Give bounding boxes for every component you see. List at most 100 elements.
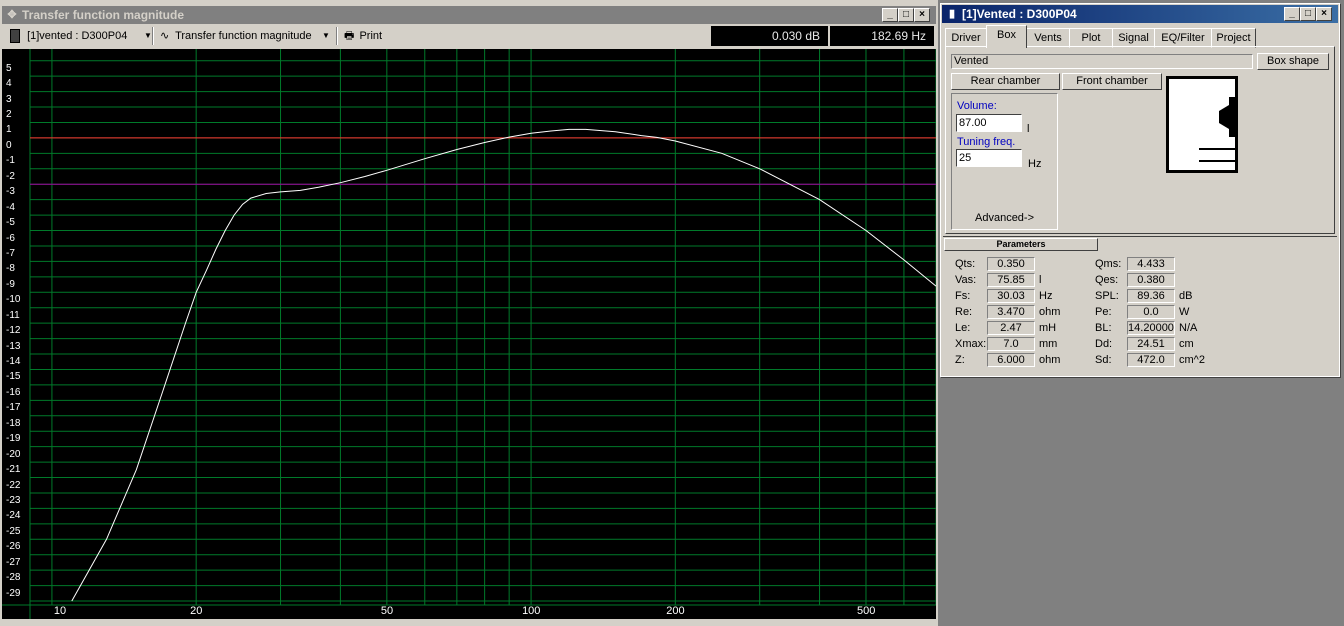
param-name: BL: (1095, 322, 1112, 334)
box-type-field: Vented (951, 54, 1253, 69)
y-tick-label: -10 (6, 294, 21, 306)
y-tick-label: -2 (6, 170, 15, 182)
tuning-label: Tuning freq. (957, 136, 1016, 148)
dropdown-arrow-icon: ▼ (322, 31, 330, 40)
tab-project[interactable]: Project (1211, 28, 1256, 48)
close-button[interactable]: × (1316, 7, 1332, 21)
chart-canvas (2, 49, 936, 619)
y-tick-label: -28 (6, 572, 21, 584)
left-title-bar[interactable]: ✥ Transfer function magnitude _ □ × (2, 6, 936, 24)
transfer-function-chart[interactable]: 5 4 3 2 1 0 -1 -2 -3 -4 -5 -6 -7 -8 -9 -10 -11 -12 -13 -14-… (2, 49, 936, 619)
tab-driver[interactable]: Driver (945, 28, 987, 48)
volume-label: Volume: (957, 100, 997, 112)
speaker-icon (10, 29, 20, 44)
y-tick-label: -16 (6, 386, 21, 398)
toolbar-separator (336, 27, 338, 45)
printer-icon: 🖶 (344, 30, 355, 42)
y-tick-label: -25 (6, 525, 21, 537)
y-tick-label: -19 (6, 433, 21, 445)
y-tick-label: -1 (6, 155, 15, 167)
toolbar: [1]vented : D300P04 ▼ ∿ Transfer functio… (2, 24, 936, 48)
y-tick-label: -18 (6, 417, 21, 429)
param-value: 2.47 (987, 321, 1035, 335)
maximize-button[interactable]: □ (1300, 7, 1316, 21)
y-tick-label: -23 (6, 494, 21, 506)
box-preview (1166, 76, 1238, 173)
dropdown-arrow-icon: ▼ (144, 31, 152, 40)
param-value: 472.0 (1127, 353, 1175, 367)
y-tick-label: -9 (6, 278, 15, 290)
param-value: 0.380 (1127, 273, 1175, 287)
param-unit: ohm (1039, 354, 1061, 366)
rear-chamber-button[interactable]: Rear chamber (951, 73, 1060, 90)
param-name: Qms: (1095, 258, 1122, 270)
move-icon: ✥ (7, 9, 17, 21)
y-tick-label: 5 (6, 62, 12, 74)
y-tick-label: -14 (6, 356, 21, 367)
y-tick-label: -6 (6, 232, 15, 244)
param-name: Qes: (1095, 274, 1119, 286)
param-name: Dd: (1095, 338, 1113, 350)
y-tick-label: -22 (6, 479, 21, 491)
transfer-function-window: ✥ Transfer function magnitude _ □ × [1]v… (0, 0, 938, 626)
param-name: Pe: (1095, 306, 1112, 318)
x-tick-label: 100 (522, 605, 541, 617)
param-value: 14.20000 (1127, 321, 1175, 335)
tab-plot[interactable]: Plot (1069, 28, 1113, 48)
box-drawing-icon (1167, 77, 1237, 172)
y-tick-label: -20 (6, 448, 21, 460)
param-name: Z: (955, 354, 965, 366)
front-chamber-button[interactable]: Front chamber (1062, 73, 1162, 90)
tuning-unit: Hz (1028, 158, 1042, 170)
readout-db: 0.030 dB (711, 26, 828, 46)
readout-hz: 182.69 Hz (830, 26, 934, 46)
close-button[interactable]: × (914, 8, 930, 22)
y-tick-label: -13 (6, 340, 21, 352)
y-tick-label: 1 (6, 124, 12, 136)
speaker-icon: ▮ (948, 8, 956, 20)
parameters-bar: Parameters (943, 236, 1337, 251)
tab-vents[interactable]: Vents (1026, 28, 1070, 48)
y-tick-label: -4 (6, 201, 15, 213)
minimize-button[interactable]: _ (882, 8, 898, 22)
param-value: 24.51 (1127, 337, 1175, 351)
minimize-button[interactable]: _ (1284, 7, 1300, 21)
param-name: SPL: (1095, 290, 1119, 302)
param-name: Le: (955, 322, 971, 334)
y-tick-label: 0 (6, 139, 12, 151)
box-shape-button[interactable]: Box shape (1257, 53, 1329, 70)
maximize-button[interactable]: □ (898, 8, 914, 22)
right-window-title: [1]Vented : D300P04 (962, 7, 1077, 21)
advanced-link[interactable]: Advanced-> (975, 212, 1034, 224)
x-tick-label: 50 (380, 605, 394, 617)
param-name: Qts: (955, 258, 976, 270)
volume-input[interactable]: 87.00 (956, 114, 1022, 132)
y-tick-label: -29 (6, 587, 21, 599)
tab-signal[interactable]: Signal (1112, 28, 1155, 48)
tuning-input[interactable]: 25 (956, 149, 1022, 167)
param-name: Xmax: (955, 338, 987, 350)
param-value: 30.03 (987, 289, 1035, 303)
x-tick-label: 20 (190, 605, 203, 617)
y-tick-label: -8 (6, 263, 15, 275)
print-button[interactable]: 🖶 Print (344, 27, 394, 45)
tab-eqfilter[interactable]: EQ/Filter (1154, 28, 1212, 48)
param-unit: Hz (1039, 290, 1053, 302)
param-name: Sd: (1095, 354, 1112, 366)
param-value: 4.433 (1127, 257, 1175, 271)
parameters-tab[interactable]: Parameters (944, 238, 1098, 251)
y-tick-label: 2 (6, 109, 12, 121)
project-select[interactable]: [1]vented : D300P04 ▼ (10, 27, 152, 45)
param-name: Fs: (955, 290, 971, 302)
y-tick-label: -5 (6, 217, 15, 229)
right-title-bar[interactable]: ▮ [1]Vented : D300P04 _ □ × (942, 5, 1338, 23)
y-tick-label: 3 (6, 93, 12, 105)
left-window-title: Transfer function magnitude (22, 8, 185, 22)
param-value: 6.000 (987, 353, 1035, 367)
param-value: 0.0 (1127, 305, 1175, 319)
y-tick-label: -21 (6, 464, 21, 476)
tab-box[interactable]: Box (986, 25, 1027, 48)
view-select[interactable]: ∿ Transfer function magnitude ▼ (160, 27, 332, 45)
y-tick-label: -26 (6, 541, 21, 553)
param-value: 89.36 (1127, 289, 1175, 303)
